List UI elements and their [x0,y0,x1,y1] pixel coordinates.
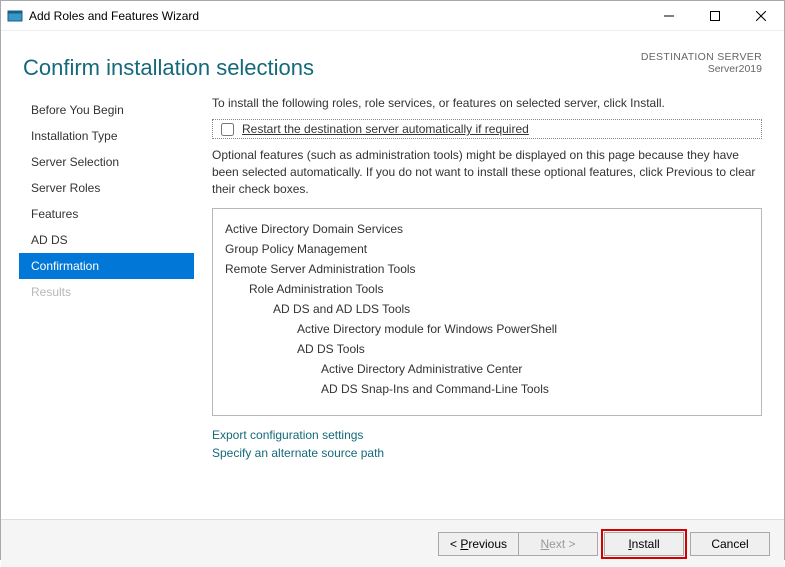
maximize-button[interactable] [692,1,738,31]
nav-ad-ds[interactable]: AD DS [19,227,194,253]
body: Before You Begin Installation Type Serve… [1,81,784,519]
server-name: Server2019 [641,63,762,75]
selection-item: AD DS Tools [225,339,749,359]
next-button: Next > [518,532,598,556]
selection-item: Role Administration Tools [225,279,749,299]
window-title: Add Roles and Features Wizard [29,9,646,23]
restart-checkbox-label[interactable]: Restart the destination server automatic… [242,122,529,136]
nav-button-pair: < Previous Next > [438,532,598,556]
selection-item: Remote Server Administration Tools [225,259,749,279]
links-area: Export configuration settings Specify an… [212,426,762,462]
close-button[interactable] [738,1,784,31]
previous-button[interactable]: < Previous [438,532,518,556]
page-title: Confirm installation selections [23,55,641,81]
nav-server-selection[interactable]: Server Selection [19,149,194,175]
nav-server-roles[interactable]: Server Roles [19,175,194,201]
optional-note: Optional features (such as administratio… [212,147,762,198]
app-icon [7,8,23,24]
selections-list: Active Directory Domain Services Group P… [212,208,762,416]
install-button[interactable]: Install [604,532,684,556]
alt-source-link[interactable]: Specify an alternate source path [212,444,762,462]
server-info: DESTINATION SERVER Server2019 [641,45,762,81]
content-pane: To install the following roles, role ser… [194,95,766,519]
export-config-link[interactable]: Export configuration settings [212,426,762,444]
restart-checkbox[interactable] [221,123,234,136]
restart-checkbox-row[interactable]: Restart the destination server automatic… [212,119,762,139]
minimize-button[interactable] [646,1,692,31]
selection-item: Group Policy Management [225,239,749,259]
nav-results: Results [19,279,194,305]
selection-item: Active Directory Administrative Center [225,359,749,379]
selection-item: AD DS and AD LDS Tools [225,299,749,319]
header: Confirm installation selections DESTINAT… [1,31,784,81]
sidebar-nav: Before You Begin Installation Type Serve… [19,95,194,519]
selection-item: Active Directory module for Windows Powe… [225,319,749,339]
nav-confirmation[interactable]: Confirmation [19,253,194,279]
server-label: DESTINATION SERVER [641,51,762,63]
nav-before-you-begin[interactable]: Before You Begin [19,97,194,123]
titlebar: Add Roles and Features Wizard [1,1,784,31]
cancel-button[interactable]: Cancel [690,532,770,556]
instruction-text: To install the following roles, role ser… [212,95,762,111]
nav-installation-type[interactable]: Installation Type [19,123,194,149]
selection-item: Active Directory Domain Services [225,219,749,239]
selection-item: AD DS Snap-Ins and Command-Line Tools [225,379,749,399]
window-controls [646,1,784,31]
nav-features[interactable]: Features [19,201,194,227]
